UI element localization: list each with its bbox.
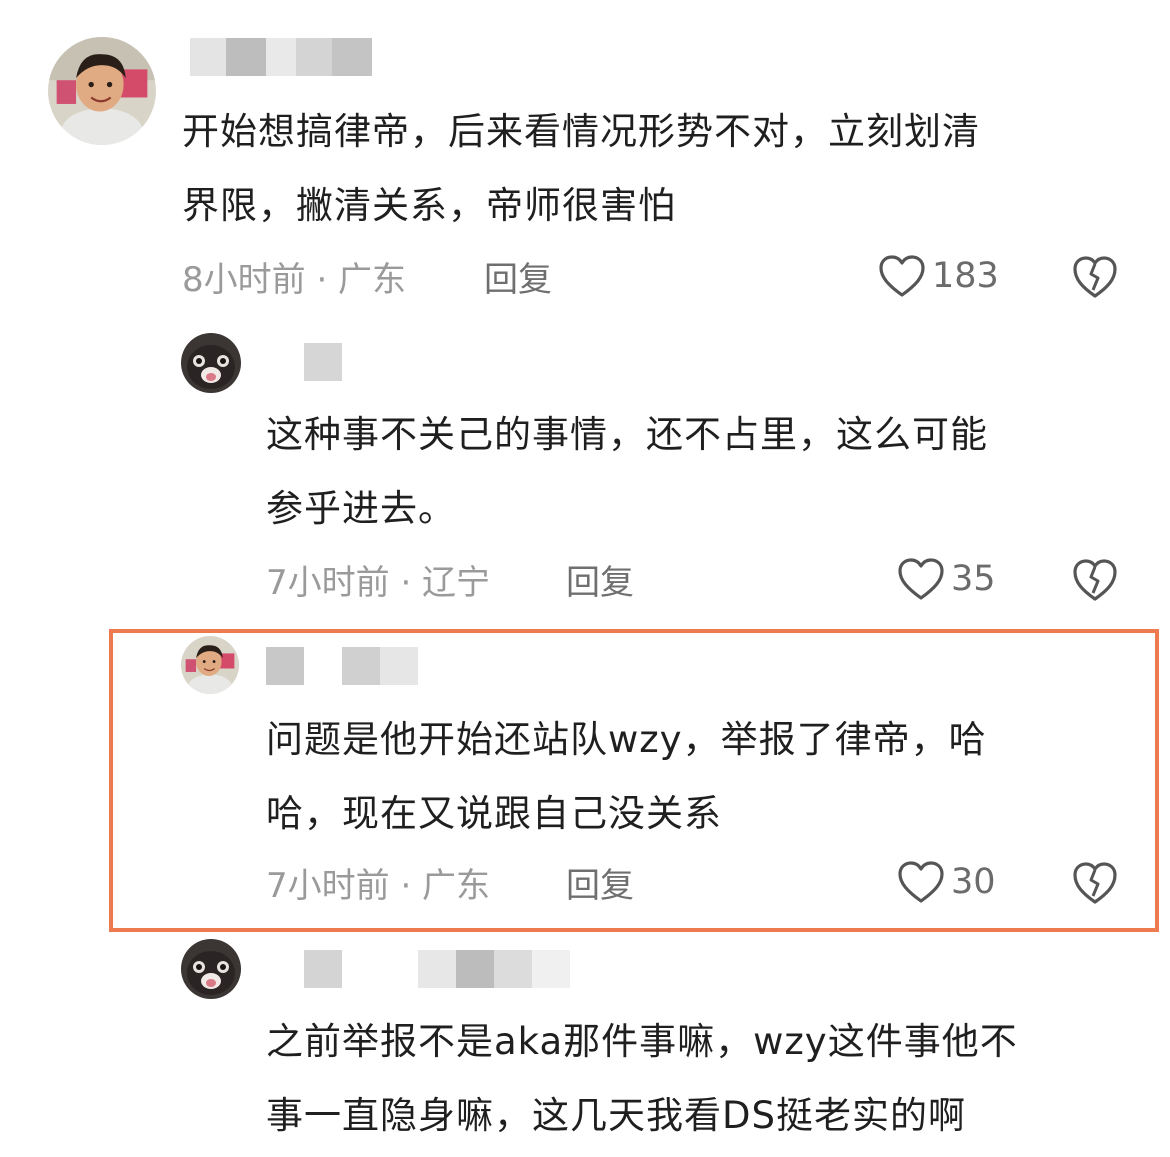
like-button[interactable]: 183 [878, 251, 999, 301]
broken-heart-icon [1073, 256, 1117, 298]
username-obscured[interactable] [268, 343, 342, 381]
time-location: 7小时前 · 广东 [266, 865, 491, 906]
reply-button[interactable]: 回复 [484, 252, 552, 301]
comment-text-line: 事一直隐身嘛，这几天我看DS挺老实的啊 [266, 1094, 966, 1137]
comment-text-line: 哈，现在又说跟自己没关系 [266, 792, 722, 835]
comment-text: 之前举报不是aka那件事嘛，wzy这件事他不 事一直隐身嘛，这几天我看DS挺老实… [266, 1005, 1146, 1153]
user-avatar-boy[interactable] [181, 636, 239, 694]
comment-text-line: 问题是他开始还站队wzy，举报了律帝，哈 [266, 718, 987, 761]
dislike-button[interactable] [1072, 860, 1118, 906]
comment-text-line: 之前举报不是aka那件事嘛，wzy这件事他不 [266, 1020, 1018, 1063]
comment-text: 开始想搞律帝，后来看情况形势不对，立刻划清 界限，撇清关系，帝师很害怕 [182, 95, 1142, 243]
dislike-button[interactable] [1072, 557, 1118, 603]
comment-meta: 8小时前 · 广东 回复 [182, 251, 682, 301]
user-avatar-boy[interactable] [48, 37, 156, 145]
heart-outline-icon [879, 255, 925, 297]
comment-text-line: 参乎进去。 [266, 487, 456, 530]
dislike-button[interactable] [1072, 254, 1118, 300]
reply-button[interactable]: 回复 [566, 858, 634, 907]
comment-text-line: 界限，撇清关系，帝师很害怕 [182, 184, 676, 227]
username-obscured[interactable] [266, 647, 418, 685]
user-avatar-cat[interactable] [181, 939, 241, 999]
broken-heart-icon [1073, 862, 1117, 904]
like-button[interactable]: 35 [897, 554, 996, 604]
reply-button[interactable]: 回复 [566, 555, 634, 604]
comment-meta: 7小时前 · 广东 回复 [266, 857, 766, 907]
like-count: 35 [951, 559, 996, 599]
comment-text-line: 这种事不关己的事情，还不占里，这么可能 [266, 413, 988, 456]
like-count: 30 [951, 862, 996, 902]
comment-text: 这种事不关己的事情，还不占里，这么可能 参乎进去。 [266, 398, 1146, 546]
username-obscured[interactable] [268, 950, 570, 988]
user-avatar-cat[interactable] [181, 333, 241, 393]
heart-outline-icon [898, 558, 944, 600]
comment-text: 问题是他开始还站队wzy，举报了律帝，哈 哈，现在又说跟自己没关系 [266, 703, 1146, 851]
like-count: 183 [932, 256, 999, 296]
comment-text-line: 开始想搞律帝，后来看情况形势不对，立刻划清 [182, 110, 980, 153]
heart-outline-icon [898, 861, 944, 903]
time-location: 8小时前 · 广东 [182, 259, 407, 300]
time-location: 7小时前 · 辽宁 [266, 562, 491, 603]
like-button[interactable]: 30 [897, 857, 996, 907]
comment-meta: 7小时前 · 辽宁 回复 [266, 554, 766, 604]
broken-heart-icon [1073, 559, 1117, 601]
username-obscured[interactable] [190, 38, 372, 76]
comment-thread: 开始想搞律帝，后来看情况形势不对，立刻划清 界限，撇清关系，帝师很害怕 8小时前… [0, 0, 1170, 1157]
